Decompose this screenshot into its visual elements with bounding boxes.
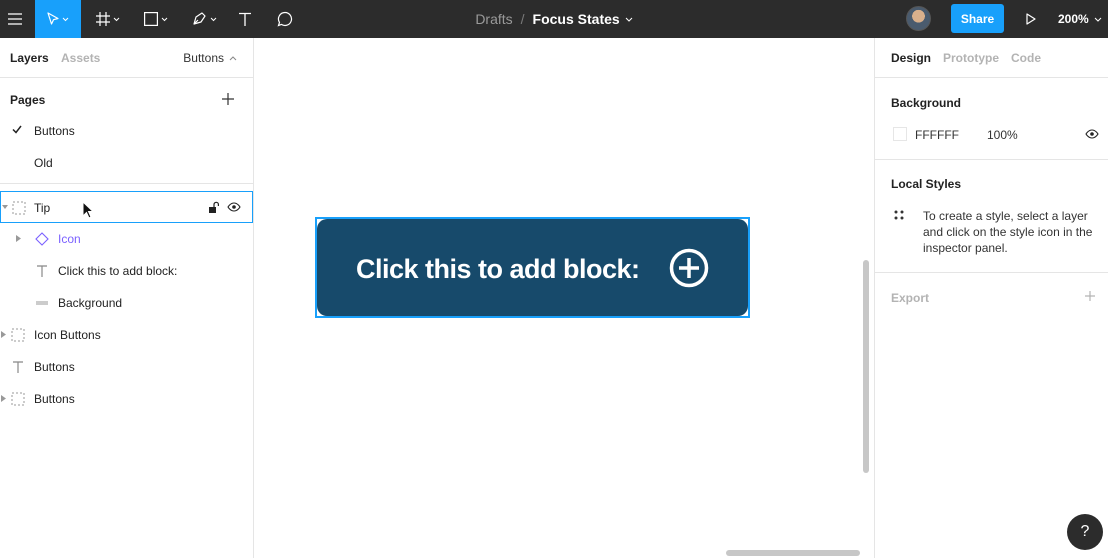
pen-tool-button[interactable] [184, 0, 224, 38]
pen-icon [193, 12, 206, 25]
rectangle-layer-icon [36, 301, 48, 305]
tab-design[interactable]: Design [891, 51, 931, 65]
move-tool-button[interactable] [35, 0, 81, 38]
toolbar: Drafts / Focus States Share 200% [0, 0, 1108, 38]
layer-label: Background [58, 296, 123, 310]
tab-assets[interactable]: Assets [61, 51, 100, 65]
play-icon [1026, 13, 1036, 25]
page-item-buttons[interactable]: Buttons [0, 115, 253, 147]
horizontal-scrollbar[interactable] [726, 550, 860, 556]
add-page-plus-icon[interactable] [220, 91, 236, 107]
frame-dashed-icon [11, 392, 25, 406]
layer-row-buttons-frame[interactable]: Buttons [0, 383, 253, 415]
collapsed-triangle-icon[interactable] [16, 235, 21, 242]
tab-prototype[interactable]: Prototype [943, 51, 999, 65]
unlock-icon[interactable] [208, 201, 220, 214]
chevron-down-icon [113, 17, 120, 21]
layer-row-background[interactable]: Background [0, 287, 253, 319]
export-title: Export [891, 291, 930, 305]
comment-bubble-icon [277, 11, 293, 27]
comment-tool-button[interactable] [270, 0, 300, 38]
mouse-pointer-icon [82, 201, 94, 219]
text-tool-button[interactable] [230, 0, 260, 38]
page-item-label: Buttons [34, 124, 75, 138]
properties-panel: Design Prototype Code Background FFFFFF … [874, 38, 1108, 558]
background-title: Background [891, 96, 962, 110]
chevron-down-icon[interactable] [625, 17, 633, 22]
page-item-old[interactable]: Old [0, 147, 253, 179]
add-export-plus-icon[interactable] [1084, 290, 1096, 302]
chevron-down-icon [62, 17, 69, 21]
main-menu-button[interactable] [0, 0, 30, 38]
background-section [875, 78, 1108, 160]
chevron-down-icon [1094, 17, 1102, 22]
local-styles-note: To create a style, select a layer and cl… [923, 209, 1093, 255]
breadcrumb-drafts[interactable]: Drafts [475, 11, 512, 27]
zoom-dropdown[interactable]: 200% [1058, 0, 1102, 38]
right-panel-tabs: Design Prototype Code [875, 38, 1108, 78]
layer-label: Icon [58, 232, 81, 246]
present-button[interactable] [1021, 0, 1041, 38]
layer-row-icon[interactable]: Icon [0, 223, 253, 255]
plus-circle-icon[interactable] [669, 248, 709, 288]
rectangle-tool-button[interactable] [136, 0, 176, 38]
frame-dashed-icon [12, 201, 26, 215]
background-opacity-input[interactable]: 100% [987, 128, 1018, 142]
layer-label: Icon Buttons [34, 328, 101, 342]
zoom-level: 200% [1058, 12, 1089, 26]
canvas[interactable]: Click this to add block: [254, 38, 874, 558]
text-t-icon [37, 265, 47, 277]
share-button[interactable]: Share [951, 4, 1004, 33]
divider [0, 183, 253, 184]
tab-code[interactable]: Code [1011, 51, 1041, 65]
layer-row-icon-buttons[interactable]: Icon Buttons [0, 319, 253, 351]
pages-header: Pages [10, 93, 46, 107]
frame-icon [96, 12, 110, 26]
background-color-swatch[interactable] [893, 127, 907, 141]
local-styles-title: Local Styles [891, 177, 962, 191]
page-item-label: Old [34, 156, 53, 170]
layers-panel: Layers Assets Buttons Pages Buttons Old … [0, 38, 254, 558]
breadcrumb-separator: / [520, 11, 525, 27]
text-t-icon [239, 12, 251, 26]
tip-text[interactable]: Click this to add block: [356, 254, 640, 285]
layer-row-tip[interactable]: Tip [0, 191, 253, 223]
tip-background[interactable]: Click this to add block: [317, 219, 748, 316]
layer-row-text[interactable]: Click this to add block: [0, 255, 253, 287]
left-panel-tabs: Layers Assets Buttons [0, 38, 253, 78]
expand-triangle-icon[interactable] [2, 204, 8, 210]
layer-label: Click this to add block: [58, 264, 178, 278]
style-dots-icon [894, 210, 904, 220]
layer-label: Buttons [34, 392, 75, 406]
layer-label: Tip [34, 201, 51, 215]
checkmark-icon [12, 125, 22, 134]
current-page-label: Buttons [183, 51, 224, 65]
chevron-down-icon [210, 17, 217, 21]
layer-row-buttons-text[interactable]: Buttons [0, 351, 253, 383]
frame-tool-button[interactable] [88, 0, 128, 38]
rectangle-icon [144, 12, 158, 26]
eye-icon[interactable] [1085, 129, 1099, 139]
file-name[interactable]: Focus States [533, 11, 620, 27]
current-page-dropdown[interactable]: Buttons [183, 51, 237, 65]
eye-icon[interactable] [227, 202, 241, 212]
vertical-scrollbar[interactable] [863, 260, 869, 473]
cursor-arrow-icon [47, 12, 59, 25]
component-instance-icon [35, 232, 49, 246]
help-button[interactable]: ? [1067, 514, 1103, 550]
chevron-down-icon [161, 17, 168, 21]
chevron-up-icon [229, 55, 237, 60]
avatar[interactable] [906, 6, 931, 31]
frame-dashed-icon [11, 328, 25, 342]
tab-layers[interactable]: Layers [10, 51, 49, 65]
tip-frame-selection[interactable]: Click this to add block: [315, 217, 750, 318]
hamburger-icon [8, 13, 22, 25]
collapsed-triangle-icon[interactable] [1, 395, 6, 402]
text-t-icon [13, 361, 23, 373]
collapsed-triangle-icon[interactable] [1, 331, 6, 338]
layer-label: Buttons [34, 360, 75, 374]
background-hex-input[interactable]: FFFFFF [915, 128, 959, 142]
